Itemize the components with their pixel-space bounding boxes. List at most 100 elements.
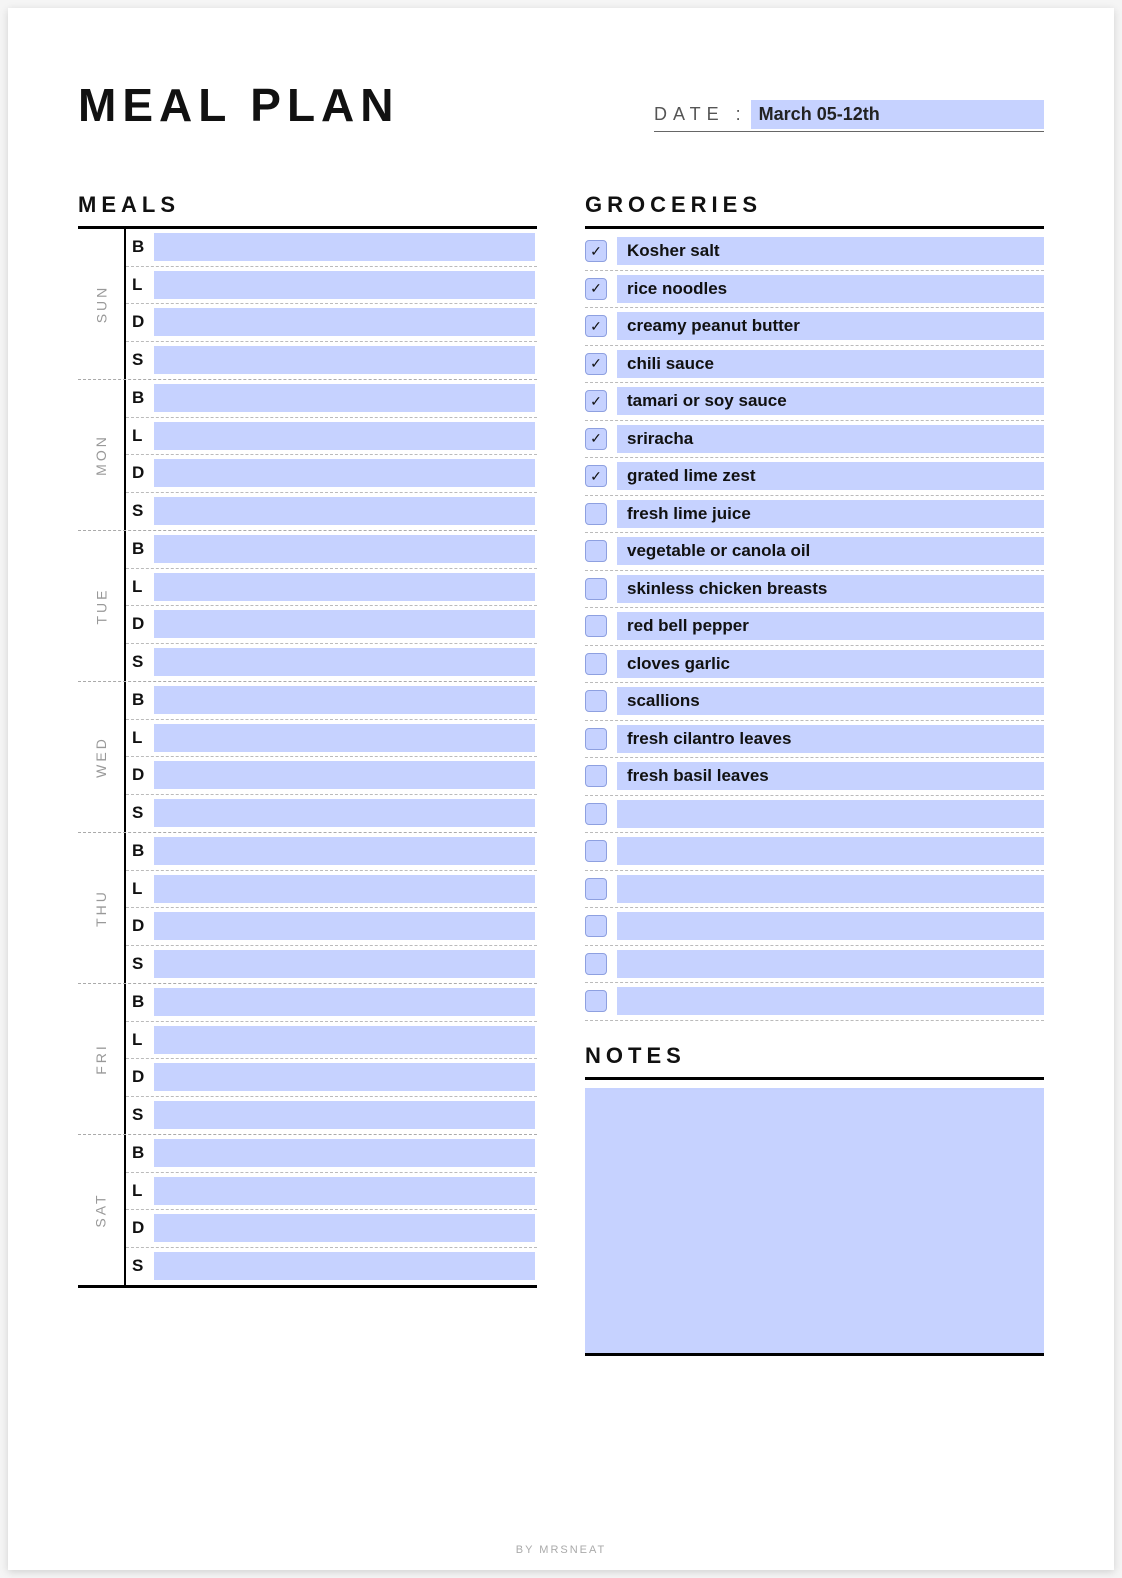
meal-input[interactable] (154, 384, 535, 412)
grocery-item-input[interactable] (617, 875, 1044, 903)
meal-input[interactable] (154, 497, 535, 525)
day-label-text: WED (93, 736, 109, 778)
meal-input[interactable] (154, 912, 535, 940)
day-block: FRIBLDS (78, 984, 537, 1135)
meal-input[interactable] (154, 724, 535, 752)
day-label-text: FRI (93, 1043, 109, 1075)
grocery-checkbox[interactable]: ✓ (585, 465, 607, 487)
grocery-item-input[interactable]: cloves garlic (617, 650, 1044, 678)
grocery-checkbox[interactable]: ✓ (585, 278, 607, 300)
grocery-item-input[interactable] (617, 950, 1044, 978)
meal-type-label: L (126, 577, 150, 597)
grocery-checkbox[interactable] (585, 803, 607, 825)
grocery-checkbox[interactable]: ✓ (585, 428, 607, 450)
meal-input[interactable] (154, 761, 535, 789)
meal-input[interactable] (154, 1063, 535, 1091)
grocery-item-input[interactable] (617, 987, 1044, 1015)
grocery-item-input[interactable]: fresh cilantro leaves (617, 725, 1044, 753)
meal-input[interactable] (154, 1101, 535, 1129)
grocery-item-input[interactable]: creamy peanut butter (617, 312, 1044, 340)
grocery-item-input[interactable]: Kosher salt (617, 237, 1044, 265)
meal-input[interactable] (154, 1026, 535, 1054)
grocery-checkbox[interactable]: ✓ (585, 315, 607, 337)
day-block: TUEBLDS (78, 531, 537, 682)
grocery-checkbox[interactable] (585, 728, 607, 750)
grocery-row: red bell pepper (585, 608, 1044, 646)
grocery-checkbox[interactable] (585, 840, 607, 862)
meal-input[interactable] (154, 1252, 535, 1280)
grocery-checkbox[interactable] (585, 953, 607, 975)
meal-input[interactable] (154, 837, 535, 865)
grocery-item-input[interactable]: scallions (617, 687, 1044, 715)
meal-input[interactable] (154, 308, 535, 336)
meal-rows: BLDS (126, 380, 537, 530)
grocery-item-input[interactable]: fresh basil leaves (617, 762, 1044, 790)
grocery-row: fresh basil leaves (585, 758, 1044, 796)
grocery-checkbox[interactable] (585, 653, 607, 675)
grocery-checkbox[interactable] (585, 765, 607, 787)
meal-type-label: D (126, 463, 150, 483)
meal-input[interactable] (154, 686, 535, 714)
grocery-item-input[interactable]: sriracha (617, 425, 1044, 453)
meal-type-label: D (126, 1218, 150, 1238)
meal-row: S (126, 342, 537, 380)
grocery-item-input[interactable]: chili sauce (617, 350, 1044, 378)
grocery-item-input[interactable]: red bell pepper (617, 612, 1044, 640)
meal-row: B (126, 229, 537, 267)
grocery-item-input[interactable]: tamari or soy sauce (617, 387, 1044, 415)
meal-input[interactable] (154, 233, 535, 261)
grocery-checkbox[interactable] (585, 690, 607, 712)
meal-type-label: B (126, 388, 150, 408)
notes-input[interactable] (585, 1088, 1044, 1356)
grocery-item-input[interactable]: skinless chicken breasts (617, 575, 1044, 603)
meal-input[interactable] (154, 799, 535, 827)
grocery-checkbox[interactable] (585, 915, 607, 937)
meal-rows: BLDS (126, 229, 537, 379)
date-input[interactable]: March 05-12th (751, 100, 1044, 129)
grocery-item-input[interactable] (617, 837, 1044, 865)
header: MEAL PLAN DATE : March 05-12th (78, 78, 1044, 132)
grocery-checkbox[interactable] (585, 990, 607, 1012)
grocery-checkbox[interactable] (585, 615, 607, 637)
grocery-checkbox[interactable]: ✓ (585, 240, 607, 262)
meal-input[interactable] (154, 648, 535, 676)
meal-input[interactable] (154, 271, 535, 299)
grocery-item-input[interactable]: fresh lime juice (617, 500, 1044, 528)
meal-row: D (126, 455, 537, 493)
grocery-checkbox[interactable]: ✓ (585, 353, 607, 375)
grocery-checkbox[interactable] (585, 578, 607, 600)
meal-type-label: L (126, 426, 150, 446)
meal-row: L (126, 1173, 537, 1211)
meal-input[interactable] (154, 610, 535, 638)
meal-input[interactable] (154, 422, 535, 450)
meal-row: D (126, 1210, 537, 1248)
notes-heading: NOTES (585, 1043, 1044, 1080)
grocery-item-input[interactable] (617, 912, 1044, 940)
grocery-row: fresh lime juice (585, 496, 1044, 534)
meal-input[interactable] (154, 950, 535, 978)
grocery-checkbox[interactable]: ✓ (585, 390, 607, 412)
grocery-item-input[interactable] (617, 800, 1044, 828)
grocery-item-input[interactable]: rice noodles (617, 275, 1044, 303)
meal-type-label: B (126, 539, 150, 559)
day-label-text: TUE (93, 588, 109, 625)
meal-input[interactable] (154, 535, 535, 563)
meal-input[interactable] (154, 875, 535, 903)
grocery-row (585, 833, 1044, 871)
meal-input[interactable] (154, 459, 535, 487)
meal-input[interactable] (154, 346, 535, 374)
grocery-checkbox[interactable] (585, 540, 607, 562)
meal-input[interactable] (154, 1214, 535, 1242)
grocery-item-input[interactable]: vegetable or canola oil (617, 537, 1044, 565)
grocery-row (585, 796, 1044, 834)
grocery-checkbox[interactable] (585, 503, 607, 525)
meal-input[interactable] (154, 988, 535, 1016)
grocery-item-input[interactable]: grated lime zest (617, 462, 1044, 490)
meal-input[interactable] (154, 1177, 535, 1205)
meal-input[interactable] (154, 573, 535, 601)
grocery-checkbox[interactable] (585, 878, 607, 900)
grocery-row (585, 983, 1044, 1021)
page-title: MEAL PLAN (78, 78, 400, 132)
grocery-row: skinless chicken breasts (585, 571, 1044, 609)
meal-input[interactable] (154, 1139, 535, 1167)
